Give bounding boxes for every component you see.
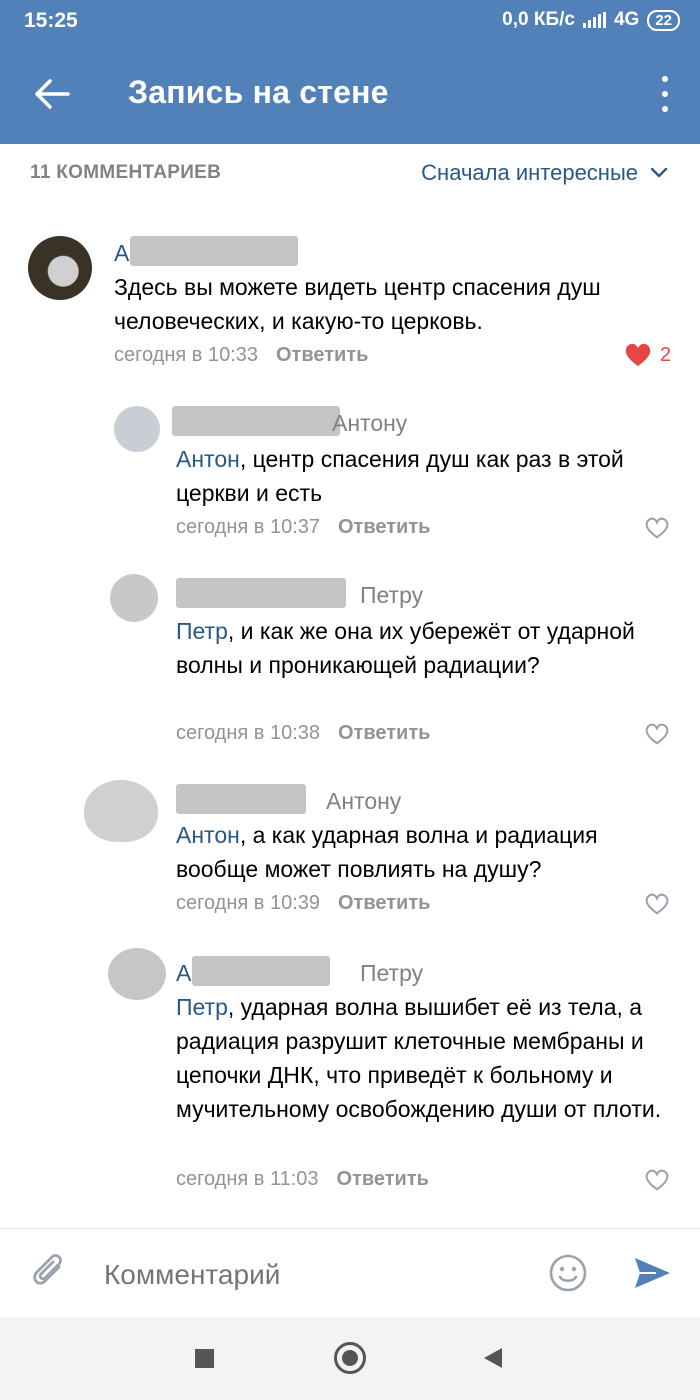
like-count: 2 [660,343,672,366]
redacted-name [192,956,330,986]
reply-button[interactable]: Ответить [276,344,368,366]
comment-text: Петр, ударная волна вышибет её из тела, … [176,994,662,1122]
comment-meta: сегодня в 10:39 Ответить [176,892,430,915]
mention-link[interactable]: Петр [176,618,228,644]
page-title: Запись на стене [128,74,389,110]
avatar[interactable] [28,236,92,300]
reply-to[interactable]: Петру [360,960,423,987]
send-icon[interactable] [632,1255,672,1291]
comment-text: Здесь вы можете видеть центр спасения ду… [114,274,601,334]
heart-outline-icon[interactable] [644,1168,670,1192]
avatar[interactable] [114,406,160,452]
comment-input[interactable] [104,1257,504,1293]
comment-time: сегодня в 11:03 [176,1168,319,1190]
mention-link[interactable]: Антон [176,822,240,848]
reply-to[interactable]: Антону [326,788,401,815]
comment-meta: сегодня в 11:03 Ответить [176,1168,429,1191]
avatar[interactable] [84,780,158,842]
mention-link[interactable]: Петр [176,994,228,1020]
battery-icon: 22 [647,9,680,31]
sort-label: Сначала интересные [421,160,638,185]
back-triangle-icon[interactable] [484,1348,502,1368]
arrow-left-icon[interactable] [32,76,72,112]
comment-time: сегодня в 10:39 [176,892,320,914]
reply-button[interactable]: Ответить [337,1168,429,1190]
reply-button[interactable]: Ответить [338,516,430,538]
redacted-name [172,406,340,436]
sort-dropdown[interactable]: Сначала интересные [421,160,668,186]
network-speed: 0,0 КБ/с [502,9,575,30]
system-nav-bar [0,1317,700,1400]
comments-count: 11 КОММЕНТАРИЕВ [30,162,222,183]
signal-icon [582,12,606,28]
heart-outline-icon[interactable] [644,516,670,540]
comment-text: Петр, и как же она их убережёт от ударно… [176,618,635,678]
comment-text: Антон, центр спасения душ как раз в этой… [176,446,624,506]
comment-author[interactable]: А [114,240,129,267]
home-icon[interactable] [334,1342,366,1374]
app-bar: Запись на стене [0,46,700,144]
mention-link[interactable]: Антон [176,446,240,472]
redacted-name [176,578,346,608]
like-button[interactable]: 2 [624,342,671,368]
reply-button[interactable]: Ответить [338,892,430,914]
comment-time: сегодня в 10:33 [114,344,258,366]
smile-icon[interactable] [548,1253,588,1293]
reply-to[interactable]: Антону [332,410,407,437]
recents-icon[interactable] [195,1349,214,1368]
status-right: 0,0 КБ/с 4G 22 [502,9,680,31]
comment-author[interactable]: А [176,960,191,987]
redacted-name [130,236,298,266]
status-time: 15:25 [24,9,78,32]
redacted-name [176,784,306,814]
heart-outline-icon[interactable] [644,892,670,916]
heart-outline-icon[interactable] [644,722,670,746]
comment-meta: сегодня в 10:37 Ответить [176,516,430,539]
paperclip-icon[interactable] [32,1253,68,1293]
more-vertical-icon[interactable] [660,76,670,112]
network-type: 4G [613,9,640,30]
chevron-down-icon [650,167,668,178]
comment-text: Антон, а как ударная волна и радиация во… [176,822,598,882]
comment-composer [0,1229,700,1317]
comment-time: сегодня в 10:38 [176,722,320,744]
heart-filled-icon [625,343,651,366]
avatar[interactable] [110,574,158,622]
comment-meta: сегодня в 10:33 Ответить [114,344,368,367]
avatar[interactable] [108,948,166,1000]
comment-time: сегодня в 10:37 [176,516,320,538]
reply-button[interactable]: Ответить [338,722,430,744]
reply-to[interactable]: Петру [360,582,423,609]
comment-meta: сегодня в 10:38 Ответить [176,722,430,745]
status-bar: 15:25 0,0 КБ/с 4G 22 [0,0,700,46]
